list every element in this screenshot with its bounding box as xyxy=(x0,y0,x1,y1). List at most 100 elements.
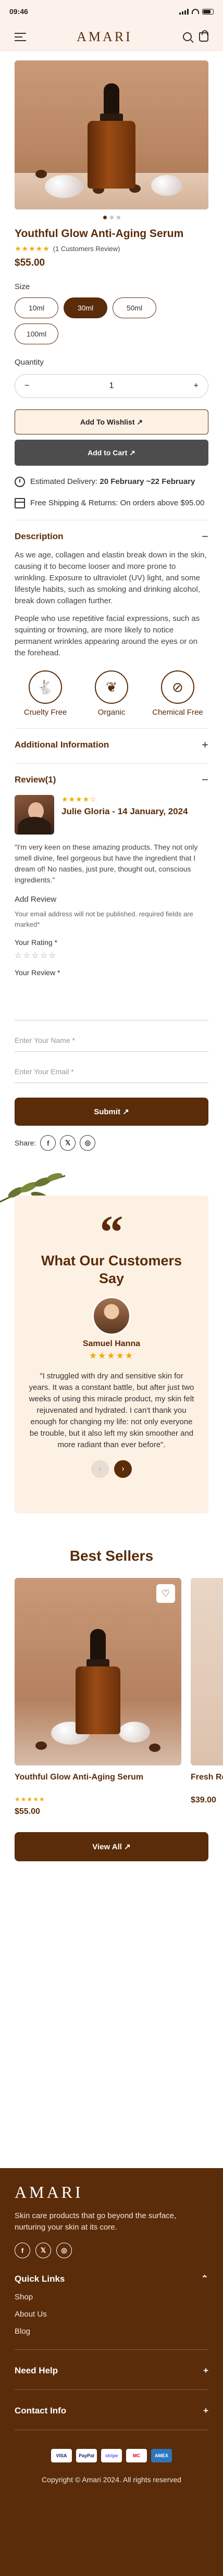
review-header[interactable]: Review(1) − xyxy=(15,773,208,787)
view-all-button[interactable]: View All ↗ xyxy=(15,1832,208,1861)
logo[interactable]: AMARI xyxy=(77,29,132,45)
description-title: Description xyxy=(15,531,64,541)
site-footer: AMARI Skin care products that go beyond … xyxy=(0,2168,223,2576)
share-row: Share: f 𝕏 ◎ xyxy=(15,1135,208,1151)
bag-icon[interactable] xyxy=(199,30,208,42)
description-paragraph: As we age, collagen and elastin break do… xyxy=(15,551,207,605)
site-header: AMARI xyxy=(0,23,223,51)
pagination-dot[interactable] xyxy=(116,216,120,219)
paypal-icon: PayPal xyxy=(76,2449,97,2462)
menu-icon[interactable] xyxy=(15,32,26,41)
search-icon[interactable] xyxy=(182,32,192,41)
testimonial-text: "I struggled with dry and sensitive skin… xyxy=(29,1372,194,1449)
box-icon xyxy=(15,498,25,508)
avatar xyxy=(92,1297,131,1335)
divider xyxy=(15,2349,208,2350)
chevron-left-icon[interactable]: ‹ xyxy=(91,1460,109,1478)
feature-chemical-free: ⊘ Chemical Free xyxy=(149,670,206,717)
need-help-header[interactable]: Need Help + xyxy=(15,2366,208,2376)
x-icon[interactable]: 𝕏 xyxy=(60,1135,76,1151)
no-chemical-icon: ⊘ xyxy=(161,670,194,704)
quick-links-header[interactable]: Quick Links ⌃ xyxy=(15,2274,208,2284)
plus-icon[interactable]: + xyxy=(203,2366,208,2376)
shipping-info: Free Shipping & Returns: On orders above… xyxy=(15,497,208,508)
contact-info-header[interactable]: Contact Info + xyxy=(15,2406,208,2416)
product-card-name[interactable]: Youthful Glow Anti-Aging Serum xyxy=(15,1773,181,1782)
shipping-text: Free Shipping & Returns: On orders above… xyxy=(30,499,205,507)
additional-info-title: Additional Information xyxy=(15,740,109,750)
testimonial-stars: ★★★★★ xyxy=(89,1351,134,1361)
facebook-icon[interactable]: f xyxy=(15,2243,30,2258)
avatar xyxy=(15,795,54,835)
description-body: As we age, collagen and elastin break do… xyxy=(15,550,208,659)
product-card-price: $55.00 xyxy=(15,1807,40,1816)
submit-button[interactable]: Submit ↗ xyxy=(15,1098,208,1126)
expand-icon[interactable]: + xyxy=(202,738,208,752)
footer-social: f 𝕏 ◎ xyxy=(15,2243,208,2258)
size-options: 10ml 30ml 50ml 100ml xyxy=(15,297,171,344)
header-actions xyxy=(182,30,208,42)
divider xyxy=(15,728,208,729)
facebook-icon[interactable]: f xyxy=(40,1135,56,1151)
plus-icon[interactable]: + xyxy=(194,381,199,391)
collapse-icon[interactable]: − xyxy=(202,530,208,543)
product-card[interactable]: ♡ Youthful Glow Anti-Aging Serum ★★★★★ $… xyxy=(15,1578,181,1816)
review-count[interactable]: (1 Customers Review) xyxy=(53,245,120,253)
add-to-wishlist-button[interactable]: Add To Wishlist ↗ xyxy=(15,409,208,434)
testimonial-nav: ‹ › xyxy=(28,1460,195,1478)
image-pagination xyxy=(0,216,223,219)
feature-organic: ❦ Organic xyxy=(83,670,140,717)
plus-icon[interactable]: + xyxy=(203,2406,208,2416)
size-option-50ml[interactable]: 50ml xyxy=(113,297,156,318)
product-title: Youthful Glow Anti-Aging Serum xyxy=(15,228,184,240)
rating-input[interactable]: ☆☆☆☆☆ xyxy=(15,951,208,960)
copyright: Copyright © Amari 2024. All rights reser… xyxy=(42,2475,181,2484)
email-input[interactable]: Enter Your Email * xyxy=(15,1060,208,1083)
form-note: Your email address will not be published… xyxy=(15,910,193,928)
add-to-cart-button[interactable]: Add to Cart ↗ xyxy=(15,440,208,466)
minus-icon[interactable]: − xyxy=(24,381,29,391)
signal-icon xyxy=(179,8,189,15)
best-sellers-carousel: ♡ Youthful Glow Anti-Aging Serum ★★★★★ $… xyxy=(0,1578,223,1816)
size-option-10ml[interactable]: 10ml xyxy=(15,297,58,318)
instagram-icon[interactable]: ◎ xyxy=(56,2243,72,2258)
name-input[interactable]: Enter Your Name * xyxy=(15,1029,208,1052)
footer-link-about[interactable]: About Us xyxy=(15,2310,208,2319)
mastercard-icon: MC xyxy=(126,2449,147,2462)
additional-info-header[interactable]: Additional Information + xyxy=(15,738,208,752)
chevron-right-icon[interactable]: › xyxy=(114,1460,132,1478)
heart-icon[interactable]: ♡ xyxy=(156,1584,175,1603)
visa-icon: VISA xyxy=(51,2449,72,2462)
divider xyxy=(15,763,208,764)
collapse-icon[interactable]: − xyxy=(202,773,208,787)
pagination-dot[interactable] xyxy=(103,216,107,219)
size-option-30ml[interactable]: 30ml xyxy=(64,297,107,318)
footer-logo[interactable]: AMARI xyxy=(15,2183,208,2202)
product-image[interactable] xyxy=(15,60,208,209)
pagination-dot[interactable] xyxy=(109,216,114,219)
review-title: Review(1) xyxy=(15,775,56,785)
footer-link-shop[interactable]: Shop xyxy=(15,2293,208,2301)
share-label: Share: xyxy=(15,1139,36,1147)
product-card[interactable]: Fresh Rose $39.00 xyxy=(191,1578,223,1816)
description-header[interactable]: Description − xyxy=(15,530,208,543)
size-option-100ml[interactable]: 100ml xyxy=(15,323,58,344)
testimonial-name: Samuel Hanna xyxy=(82,1339,141,1348)
size-label: Size xyxy=(15,282,30,291)
product-card-name[interactable]: Fresh Rose xyxy=(191,1773,223,1782)
testimonial-section: “ What Our Customers Say Samuel Hanna ★★… xyxy=(0,1169,223,1529)
chevron-up-icon[interactable]: ⌃ xyxy=(201,2274,208,2284)
product-card-image[interactable] xyxy=(191,1578,223,1765)
quantity-value[interactable]: 1 xyxy=(109,381,114,391)
instagram-icon[interactable]: ◎ xyxy=(80,1135,96,1151)
amex-icon: AMEX xyxy=(151,2449,172,2462)
product-card-price: $39.00 xyxy=(191,1796,216,1805)
quantity-label: Quantity xyxy=(15,358,44,367)
product-rating: ★★★★★ (1 Customers Review) xyxy=(15,244,208,253)
product-card-image[interactable]: ♡ xyxy=(15,1578,181,1765)
footer-link-blog[interactable]: Blog xyxy=(15,2327,208,2336)
x-icon[interactable]: 𝕏 xyxy=(35,2243,51,2258)
testimonial-title: What Our Customers Say xyxy=(41,1253,182,1286)
review-text: "I'm very keen on these amazing products… xyxy=(15,843,198,884)
review-textarea[interactable] xyxy=(15,982,208,1021)
